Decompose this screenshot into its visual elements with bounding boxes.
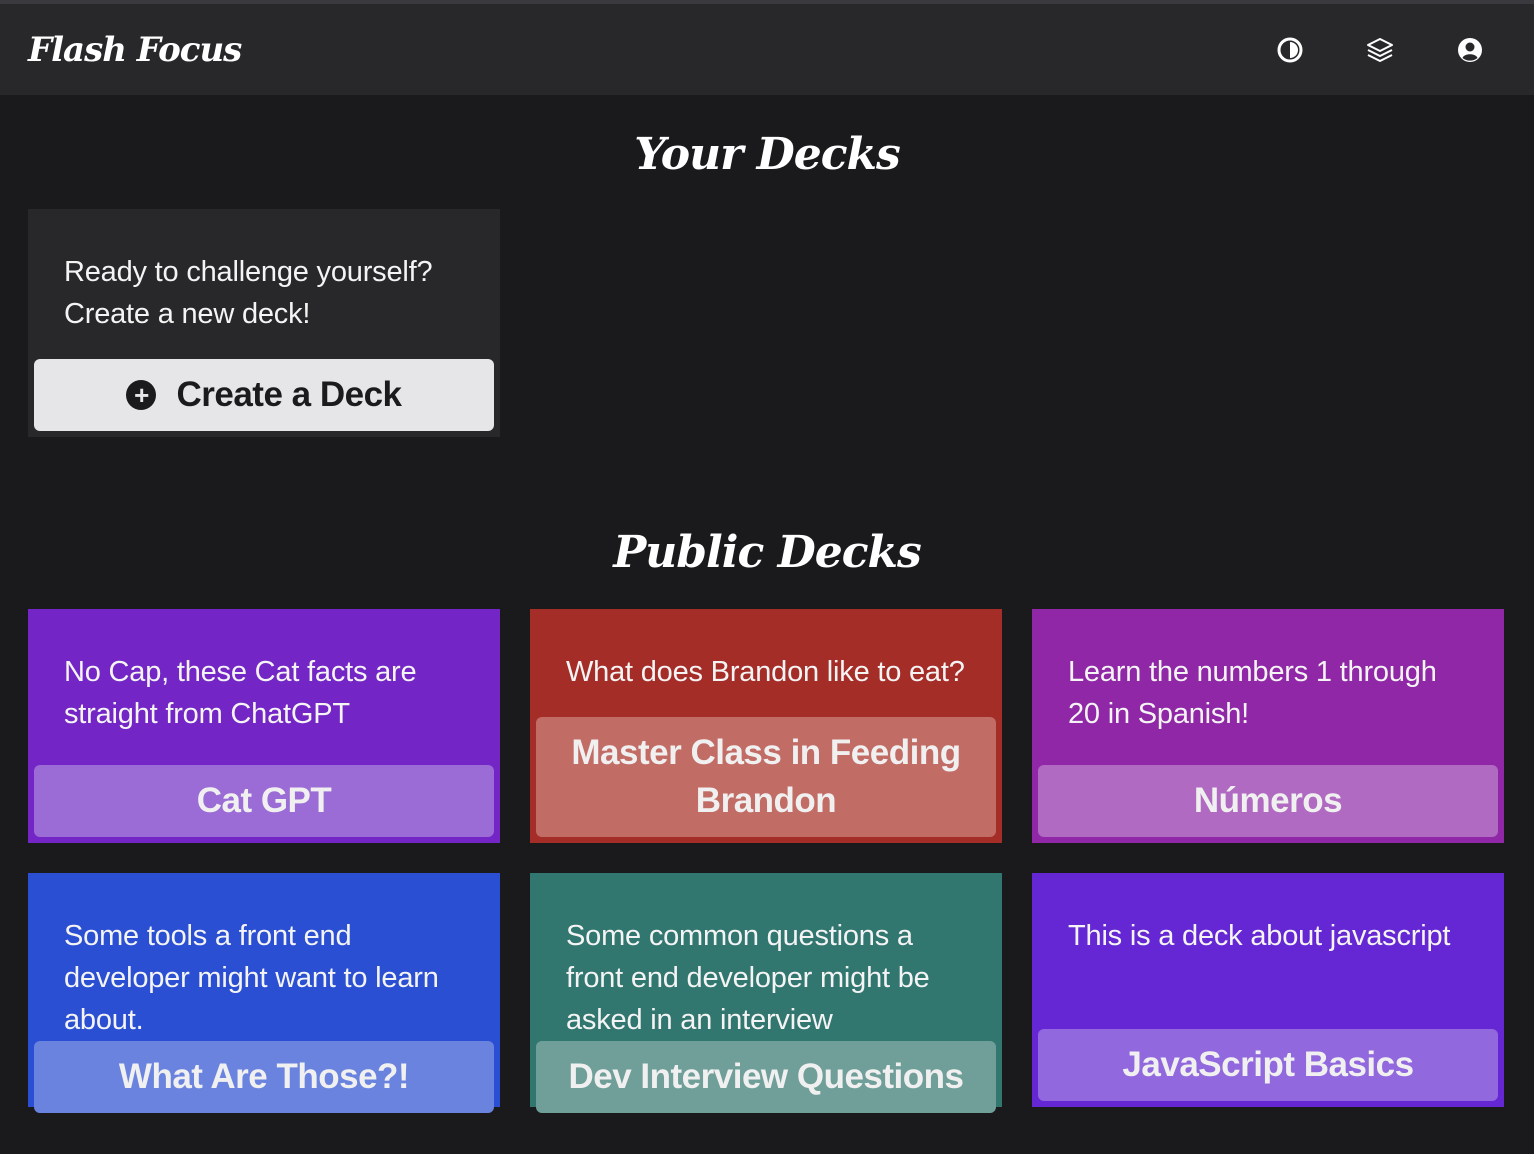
top-navbar: Flash Focus bbox=[0, 4, 1534, 95]
deck-description: What does Brandon like to eat? bbox=[566, 656, 965, 688]
decks-stack-icon[interactable] bbox=[1366, 36, 1394, 64]
create-deck-button-label: Create a Deck bbox=[176, 375, 402, 414]
deck-open-button[interactable]: Cat GPT bbox=[34, 765, 494, 837]
account-icon[interactable] bbox=[1456, 36, 1484, 64]
create-deck-description: Ready to challenge yourself? Create a ne… bbox=[64, 256, 433, 330]
deck-description: No Cap, these Cat facts are straight fro… bbox=[64, 656, 417, 730]
deck-description: Learn the numbers 1 through 20 in Spanis… bbox=[1068, 656, 1437, 730]
deck-card: Some common questions a front end develo… bbox=[530, 873, 1002, 1113]
navbar-icons bbox=[1276, 36, 1484, 64]
public-decks-title: Public Decks bbox=[613, 527, 922, 578]
brand-logo[interactable]: Flash Focus bbox=[28, 30, 242, 70]
create-deck-button[interactable]: + Create a Deck bbox=[34, 359, 494, 431]
deck-open-button[interactable]: Dev Interview Questions bbox=[536, 1041, 996, 1113]
deck-open-button[interactable]: JavaScript Basics bbox=[1038, 1029, 1498, 1101]
create-deck-card: Ready to challenge yourself? Create a ne… bbox=[28, 209, 500, 437]
public-decks-grid: No Cap, these Cat facts are straight fro… bbox=[0, 609, 1534, 1113]
plus-circle-icon: + bbox=[126, 380, 157, 410]
deck-card: Learn the numbers 1 through 20 in Spanis… bbox=[1032, 609, 1504, 843]
deck-description: Some tools a front end developer might w… bbox=[64, 920, 439, 1036]
deck-open-button[interactable]: Números bbox=[1038, 765, 1498, 837]
deck-open-button[interactable]: Master Class in Feeding Brandon bbox=[536, 717, 996, 837]
deck-open-button[interactable]: What Are Those?! bbox=[34, 1041, 494, 1113]
deck-card: No Cap, these Cat facts are straight fro… bbox=[28, 609, 500, 843]
theme-toggle-icon[interactable] bbox=[1276, 36, 1304, 64]
deck-description: This is a deck about javascript bbox=[1068, 920, 1451, 952]
deck-card: Some tools a front end developer might w… bbox=[28, 873, 500, 1113]
deck-card: This is a deck about javascript JavaScri… bbox=[1032, 873, 1504, 1107]
your-decks-grid: Ready to challenge yourself? Create a ne… bbox=[0, 209, 1534, 437]
deck-description: Some common questions a front end develo… bbox=[566, 920, 930, 1036]
main-content: Your Decks Ready to challenge yourself? … bbox=[0, 125, 1534, 1113]
your-decks-title: Your Decks bbox=[634, 129, 901, 180]
deck-card: What does Brandon like to eat? Master Cl… bbox=[530, 609, 1002, 843]
